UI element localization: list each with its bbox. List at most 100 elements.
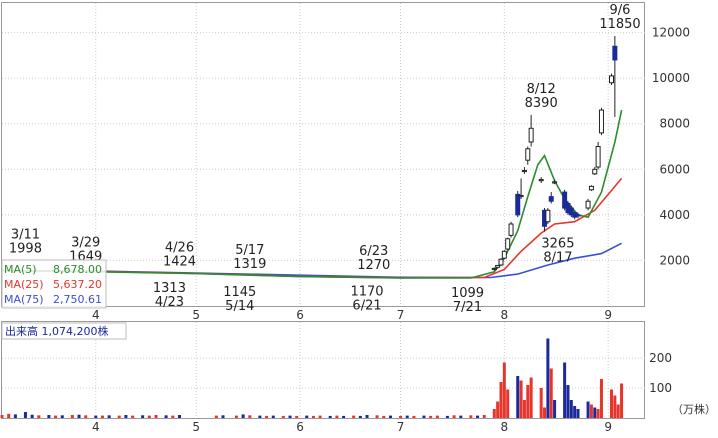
volume-bar (539, 388, 543, 418)
volume-bar (569, 400, 573, 418)
volume-bar (499, 382, 503, 418)
annotation-date: 8/17 (543, 251, 572, 266)
annotation-value: 1099 (451, 286, 484, 301)
volume-y-tick-label: 100 (649, 381, 672, 395)
volume-bar (100, 415, 104, 418)
volume-bar (563, 362, 567, 418)
volume-bar (496, 401, 500, 418)
volume-bar (502, 362, 506, 418)
candle-body (495, 264, 501, 268)
volume-bar (429, 415, 433, 418)
volume-bar (94, 415, 98, 418)
volume-bar (506, 389, 510, 418)
candle-body (515, 193, 521, 216)
volume-bar (265, 415, 269, 418)
candle-body (552, 181, 558, 184)
annotation-date: 9/6 (610, 3, 631, 18)
volume-bar (522, 400, 526, 418)
annotation-value: 1319 (233, 257, 266, 272)
volume-label-value: 1,074,200株 (42, 324, 109, 338)
volume-bar (288, 415, 292, 418)
price-y-axis: 12000 10000 8000 6000 4000 2000 (652, 26, 690, 268)
legend-value: 5,637.20 (53, 278, 102, 291)
volume-bar (305, 415, 309, 418)
volume-bar (382, 415, 386, 418)
annotation-date: 3/29 (71, 235, 100, 250)
volume-x-tick-label: 9 (604, 420, 612, 434)
volume-bar (37, 415, 41, 418)
volume-bar (147, 415, 151, 418)
annotation-value: 1313 (153, 281, 186, 296)
volume-y-tick-label: 200 (649, 351, 672, 365)
volume-bar (519, 380, 523, 418)
candle-body (598, 109, 604, 134)
volume-bar (620, 383, 624, 418)
price-y-tick-label: 2000 (659, 253, 690, 267)
candle-body (585, 200, 591, 209)
candle-body (521, 169, 527, 173)
annotation-date: 4/23 (155, 295, 184, 310)
price-x-tick-label: 4 (92, 308, 100, 322)
volume-bar (388, 415, 392, 418)
price-y-tick-label: 8000 (659, 117, 690, 131)
volume-label-name: 出来高 (5, 324, 42, 338)
volume-bar (154, 415, 158, 418)
volume-bar (141, 415, 145, 418)
annotation-date: 5/14 (225, 299, 254, 314)
candlesticks (491, 36, 618, 271)
price-y-tick-label: 4000 (659, 208, 690, 222)
volume-bar (318, 415, 322, 418)
volume-bar (54, 415, 58, 418)
annotation-date: 6/21 (352, 298, 381, 313)
volume-bar (60, 415, 64, 418)
candle-body (491, 267, 497, 271)
volume-bar (482, 415, 486, 418)
volume-bar (47, 415, 51, 418)
volume-bar (399, 415, 403, 418)
price-x-tick-label: 5 (192, 308, 200, 322)
volume-bar (543, 407, 547, 418)
annotation-value: 8390 (525, 96, 558, 111)
volume-bar (164, 415, 168, 418)
volume-bar (352, 415, 356, 418)
candle-body (528, 127, 534, 143)
candle-body (498, 258, 504, 266)
volume-label: 出来高 1,074,200株 (1, 322, 127, 340)
volume-bar (84, 415, 88, 418)
legend-name: MA(25) (4, 278, 47, 291)
candle-body (575, 214, 581, 217)
candle-body (525, 148, 531, 161)
annotation-date: 5/17 (235, 243, 264, 258)
volume-bar (566, 385, 570, 418)
price-x-tick-label: 6 (296, 308, 304, 322)
price-x-tick-label: 9 (604, 308, 612, 322)
candle-body (505, 238, 511, 250)
volume-bar (70, 415, 74, 418)
volume-bar (529, 377, 533, 418)
volume-bar (271, 415, 275, 418)
annotation-value: 11850 (599, 17, 640, 32)
volume-label-text: 出来高 1,074,200株 (5, 324, 108, 338)
legend-entry: MA(5) 8,678.00 (4, 263, 102, 276)
annotation-date: 8/12 (527, 82, 556, 97)
legend-value: 8,678.00 (53, 263, 102, 276)
volume-bar (281, 415, 285, 418)
legend-entry: MA(75) 2,750.61 (4, 293, 102, 306)
volume-bar (405, 415, 409, 418)
candle-body (501, 250, 507, 259)
volume-bar (445, 415, 449, 418)
volume-bar (124, 415, 128, 418)
price-y-tick-label: 12000 (652, 26, 690, 40)
volume-bar (492, 409, 496, 418)
volume-bar (77, 414, 81, 418)
annotation-value: 1424 (163, 255, 196, 270)
volume-x-tick-label: 7 (397, 420, 405, 434)
volume-bar (610, 389, 614, 418)
candle-body (548, 196, 554, 202)
volume-bar (586, 401, 590, 418)
price-y-tick-label: 10000 (652, 71, 690, 85)
volume-bar (526, 385, 530, 418)
volume-bar (107, 415, 111, 418)
volume-bar (375, 415, 379, 418)
volume-bar (596, 409, 600, 418)
